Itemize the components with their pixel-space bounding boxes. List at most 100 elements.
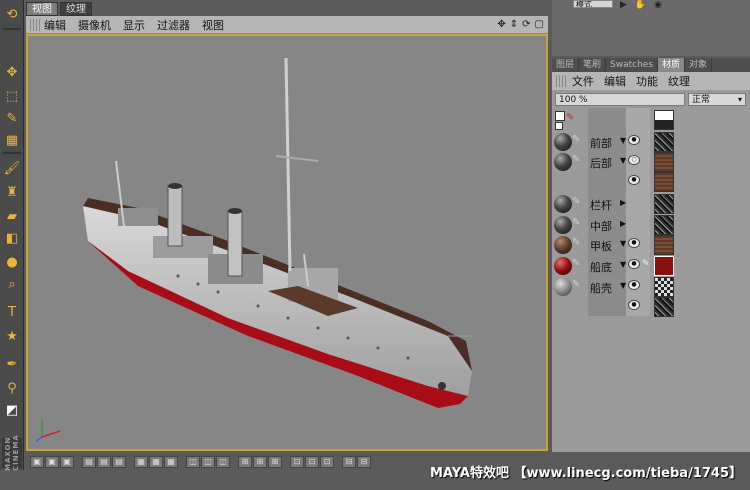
layer-btn-icon[interactable]: ▤ [112, 455, 126, 468]
tab-swatches[interactable]: Swatches [606, 58, 659, 72]
color-swatch-icon[interactable]: ◩ [2, 400, 22, 420]
eyedropper-icon[interactable]: ✒ [2, 354, 22, 374]
tool-btn-icon[interactable]: ⊡ [305, 455, 319, 468]
tool-btn-icon[interactable]: ⊡ [290, 455, 304, 468]
pan-icon[interactable]: ✥ [497, 19, 505, 30]
toggle-icon[interactable]: ◉ [654, 0, 662, 10]
misc-btn-icon[interactable]: ⊟ [342, 455, 356, 468]
mode-btn-icon[interactable]: ◫ [216, 455, 230, 468]
material-thumb[interactable] [654, 152, 674, 172]
expand-arrow-icon[interactable]: ▶ [620, 198, 626, 207]
maximize-icon[interactable]: ▢ [535, 19, 544, 30]
eye-icon[interactable]: ● [628, 280, 640, 290]
material-thumb[interactable] [654, 256, 674, 276]
select-rect-icon[interactable]: ⬚ [2, 86, 22, 106]
star-icon[interactable]: ★ [2, 326, 22, 346]
render-btn-icon[interactable]: ▣ [45, 455, 59, 468]
rotate-icon[interactable]: ⟳ [522, 19, 530, 30]
zoom-icon[interactable]: ⚲ [2, 378, 22, 398]
view-btn-icon[interactable]: ⊞ [268, 455, 282, 468]
pen-icon[interactable]: ✎ [572, 237, 580, 248]
magnify-icon[interactable]: ⌕ [2, 274, 22, 294]
material-thumb[interactable] [654, 235, 674, 255]
3d-viewport[interactable] [26, 34, 548, 451]
expand-arrow-icon[interactable]: ▼ [620, 136, 626, 145]
expand-arrow-icon[interactable]: ▼ [620, 239, 626, 248]
text-tool-icon[interactable]: T [2, 302, 22, 322]
eye-icon[interactable]: ● [628, 135, 640, 145]
color-square-icon[interactable] [555, 122, 563, 130]
color-square-icon[interactable] [555, 111, 565, 121]
menu-edit[interactable]: 编辑 [604, 73, 626, 89]
material-thumb[interactable] [654, 277, 674, 297]
material-thumb[interactable] [654, 297, 674, 317]
material-row[interactable]: ✎ 后部 ▼ ○ [552, 152, 750, 172]
pen-icon[interactable]: ✎ [642, 259, 650, 269]
fill-icon[interactable]: ◧ [2, 228, 22, 248]
eye-icon[interactable]: ● [628, 259, 640, 269]
link-icon[interactable]: ○ [628, 155, 640, 165]
render-btn-icon[interactable]: ▣ [60, 455, 74, 468]
eye-icon[interactable]: ● [628, 300, 640, 310]
material-thumb[interactable] [654, 132, 674, 152]
pen-icon[interactable]: ✎ [572, 258, 580, 269]
material-thumb[interactable] [654, 215, 674, 235]
eraser-icon[interactable]: ▰ [2, 206, 22, 226]
material-thumb[interactable] [654, 194, 674, 214]
menu-edit[interactable]: 编辑 [44, 17, 66, 33]
menu-camera[interactable]: 摄像机 [78, 17, 111, 33]
tab-materials[interactable]: 材质 [658, 58, 686, 72]
pen-icon[interactable]: ✎ [572, 134, 580, 145]
menu-display[interactable]: 显示 [123, 17, 145, 33]
tab-layers[interactable]: 图层 [552, 58, 580, 72]
material-thumb[interactable] [654, 110, 674, 130]
checker-icon[interactable]: ▦ [2, 130, 22, 150]
layer-btn-icon[interactable]: ▤ [82, 455, 96, 468]
pen-icon[interactable]: ✎ [572, 279, 580, 290]
render-btn-icon[interactable]: ▣ [30, 455, 44, 468]
move-tool-icon[interactable]: ✥ [2, 62, 22, 82]
menu-function[interactable]: 功能 [636, 73, 658, 89]
expand-arrow-icon[interactable]: ▼ [620, 281, 626, 290]
stamp-icon[interactable]: ♜ [2, 182, 22, 202]
menu-file[interactable]: 文件 [572, 73, 594, 89]
mode-field[interactable]: 模式 [573, 0, 613, 8]
tab-texture[interactable]: 纹理 [60, 2, 92, 16]
pen-icon[interactable]: ✎ [572, 196, 580, 207]
lasso-icon[interactable]: ✎ [2, 108, 22, 128]
tool-btn-icon[interactable]: ⊡ [320, 455, 334, 468]
pen-icon[interactable]: ✎ [572, 154, 580, 165]
grid-btn-icon[interactable]: ▦ [149, 455, 163, 468]
mode-btn-icon[interactable]: ◫ [201, 455, 215, 468]
tab-objects[interactable]: 对象 [685, 58, 713, 72]
undo-icon[interactable]: ⟲ [2, 4, 22, 24]
expand-arrow-icon[interactable]: ▼ [620, 156, 626, 165]
grid-btn-icon[interactable]: ▦ [134, 455, 148, 468]
tab-brushes[interactable]: 笔刷 [579, 58, 607, 72]
grid-btn-icon[interactable]: ▦ [164, 455, 178, 468]
opacity-field[interactable]: 100 % [555, 93, 685, 106]
material-row[interactable]: ✎ 船底 ▼ ● ✎ [552, 256, 750, 276]
misc-btn-icon[interactable]: ⊟ [357, 455, 371, 468]
expand-arrow-icon[interactable]: ▼ [620, 260, 626, 269]
pen-icon[interactable]: ✎ [572, 217, 580, 228]
eye-icon[interactable]: ● [628, 175, 640, 185]
brush-icon[interactable]: 🖌 [2, 158, 22, 178]
dolly-icon[interactable]: ⇕ [510, 19, 518, 30]
mode-btn-icon[interactable]: ◫ [186, 455, 200, 468]
drop-icon[interactable]: ● [2, 252, 22, 272]
hand-tool-icon[interactable]: ✋ [635, 0, 646, 10]
drag-grip-icon[interactable] [556, 75, 566, 87]
menu-view[interactable]: 视图 [202, 17, 224, 33]
expand-arrow-icon[interactable]: ▶ [620, 219, 626, 228]
material-thumb[interactable] [654, 172, 674, 192]
material-row[interactable]: ✎ 船壳 ▼ ● [552, 277, 750, 297]
menu-filter[interactable]: 过滤器 [157, 17, 190, 33]
view-btn-icon[interactable]: ⊞ [238, 455, 252, 468]
layer-btn-icon[interactable]: ▤ [97, 455, 111, 468]
material-row[interactable]: ✎ 甲板 ▼ ● [552, 235, 750, 255]
material-row[interactable]: ✎ 中部 ▶ [552, 215, 750, 235]
material-row[interactable]: ✎ 栏杆 ▶ [552, 194, 750, 214]
blend-mode-select[interactable]: 正常 [688, 93, 746, 106]
drag-grip-icon[interactable] [30, 18, 40, 31]
